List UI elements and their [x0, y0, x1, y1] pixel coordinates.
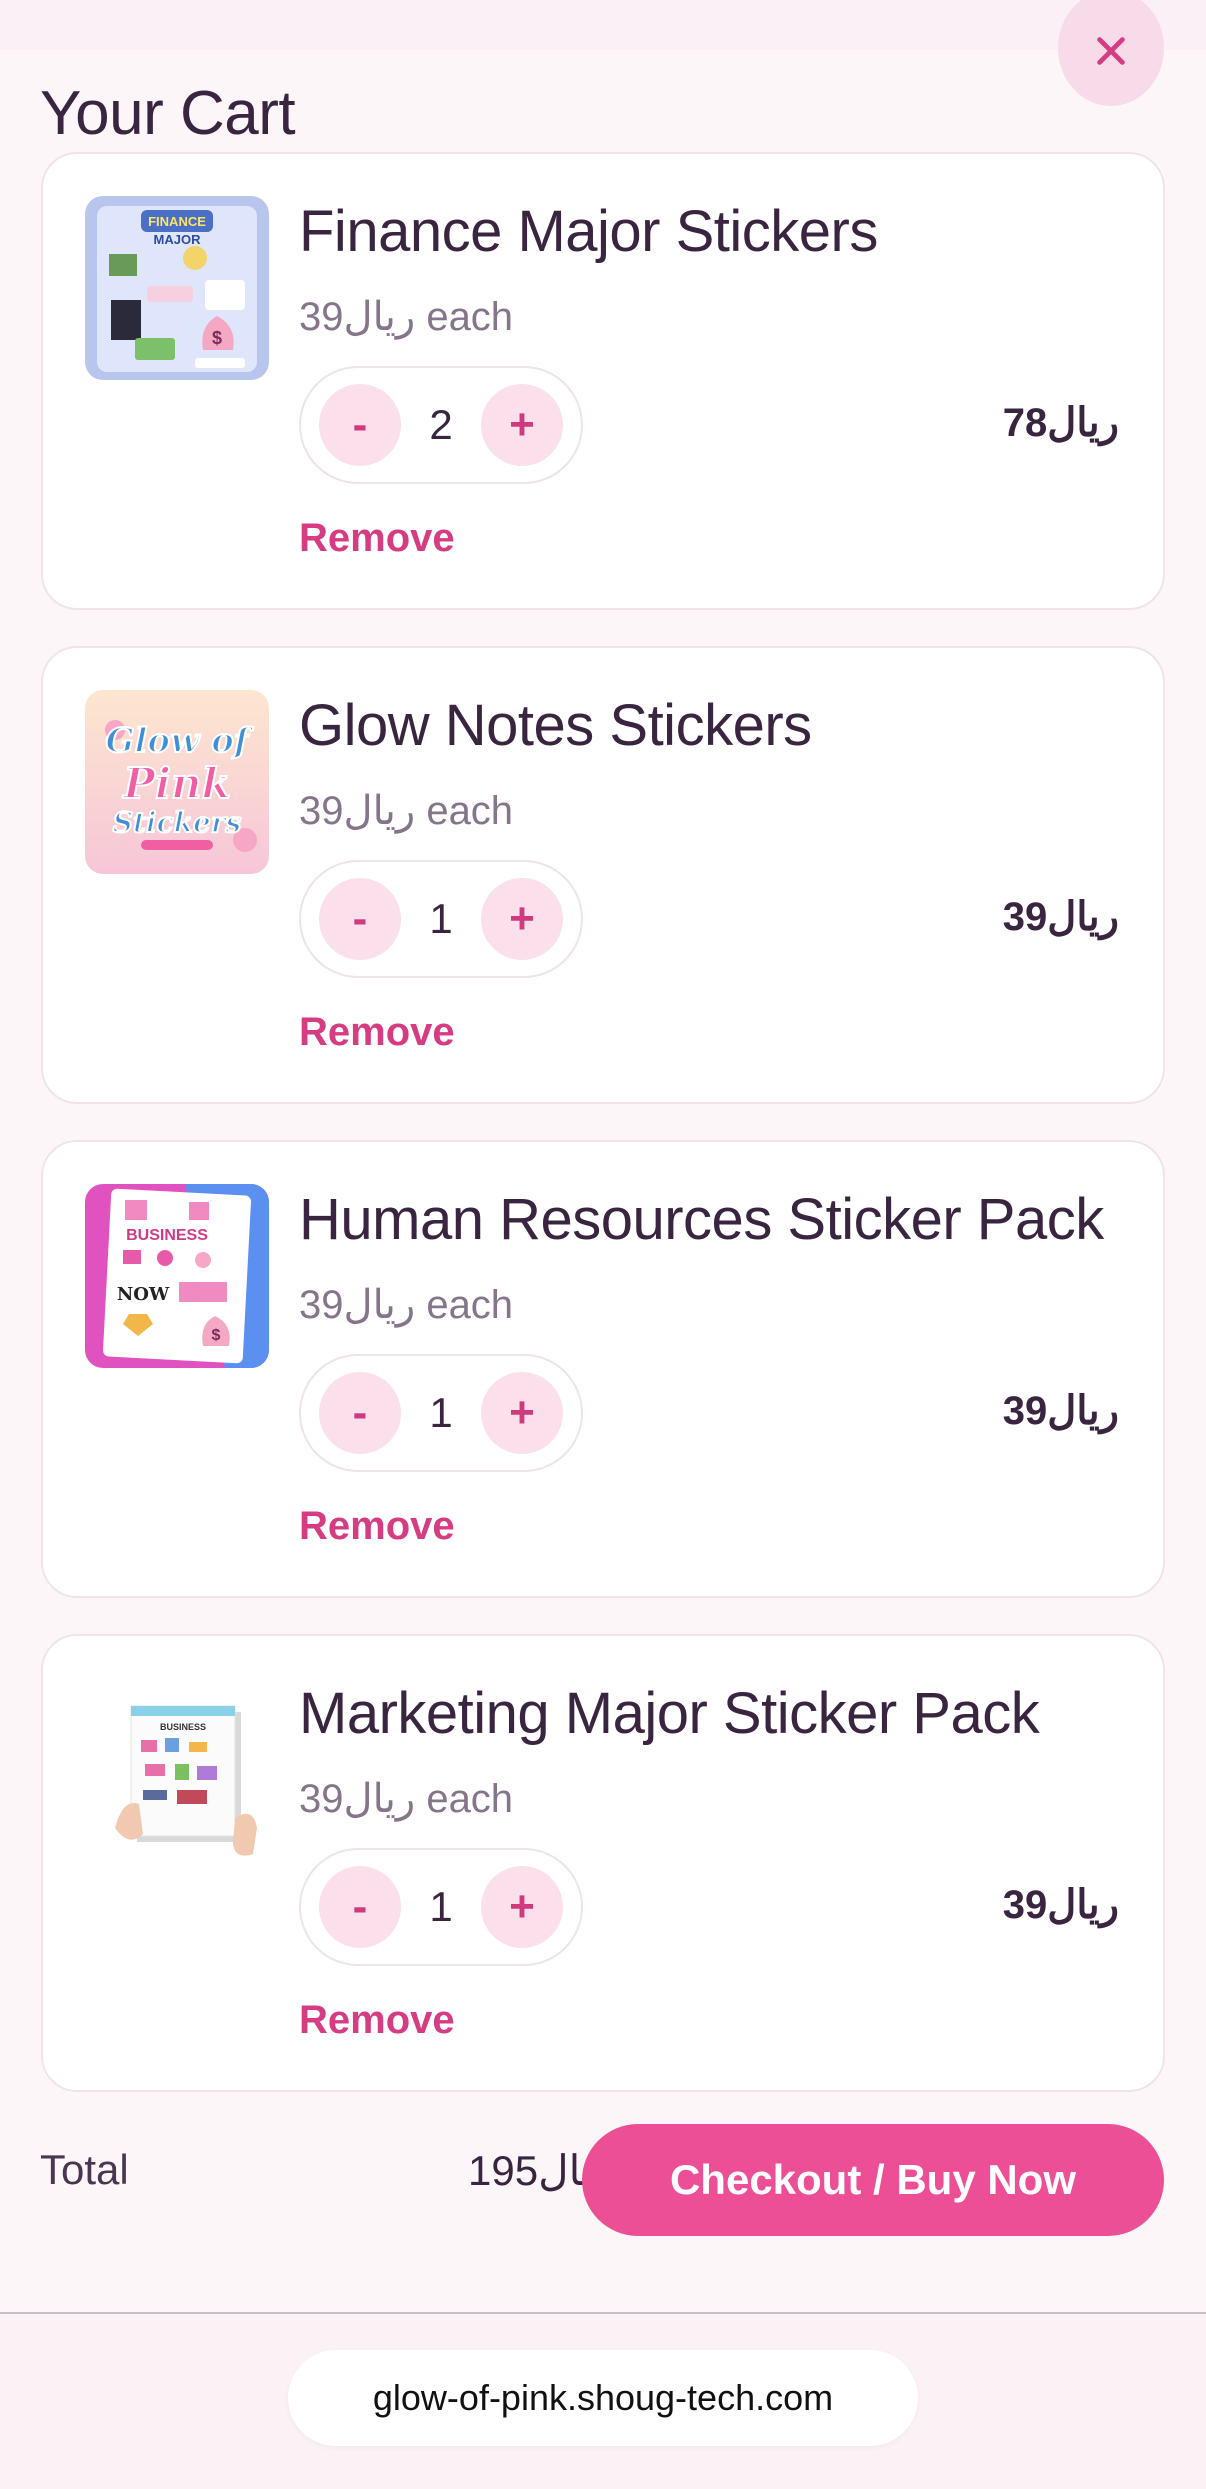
product-image: BUSINESS NOW $ [85, 1184, 269, 1368]
remove-button[interactable]: Remove [299, 1504, 455, 1549]
product-image: FINANCE MAJOR $ [85, 196, 269, 380]
svg-text:$: $ [212, 328, 222, 348]
quantity-value: 1 [429, 1389, 453, 1436]
quantity-stepper: - 1 + [299, 1354, 583, 1472]
remove-button[interactable]: Remove [299, 1010, 455, 1055]
page-title: Your Cart [40, 79, 296, 148]
svg-text:NOW: NOW [117, 1284, 170, 1305]
cart-item: Glow of Pink Stickers Glow Notes Sticker… [41, 646, 1165, 1104]
close-icon [1097, 37, 1125, 65]
svg-text:BUSINESS: BUSINESS [126, 1227, 208, 1244]
total-label: Total [40, 2146, 129, 2193]
address-bar[interactable]: glow-of-pink.shoug-tech.com [288, 2350, 918, 2446]
item-unit-price: 39ريال each [299, 295, 514, 339]
increment-button[interactable]: + [481, 384, 563, 466]
quantity-stepper: - 1 + [299, 1848, 583, 1966]
svg-text:BUSINESS: BUSINESS [160, 1722, 206, 1732]
close-button[interactable] [1058, 0, 1164, 106]
svg-text:MAJOR: MAJOR [154, 232, 202, 247]
cart-item: FINANCE MAJOR $ Finance Major Stickers 3… [41, 152, 1165, 610]
checkout-button[interactable]: Checkout / Buy Now [582, 2124, 1164, 2236]
item-name: Human Resources Sticker Pack [299, 1187, 1104, 1252]
item-name: Glow Notes Stickers [299, 693, 812, 758]
product-image: BUSINESS [85, 1678, 269, 1862]
item-name: Finance Major Stickers [299, 199, 878, 264]
decrement-button[interactable]: - [319, 1866, 401, 1948]
remove-button[interactable]: Remove [299, 516, 455, 561]
quantity-stepper: - 2 + [299, 366, 583, 484]
quantity-value: 2 [429, 401, 453, 448]
item-line-total: 78ريال [1002, 401, 1119, 445]
quantity-value: 1 [429, 1883, 453, 1930]
svg-text:Glow of: Glow of [105, 721, 253, 761]
quantity-stepper: - 1 + [299, 860, 583, 978]
cart-item: BUSINESS Marketing Major Sticker Pack 39… [41, 1634, 1165, 2092]
decrement-button[interactable]: - [319, 878, 401, 960]
product-image: Glow of Pink Stickers [85, 690, 269, 874]
increment-button[interactable]: + [481, 878, 563, 960]
quantity-value: 1 [429, 895, 453, 942]
svg-text:$: $ [212, 1327, 221, 1344]
item-unit-price: 39ريال each [299, 789, 514, 833]
item-unit-price: 39ريال each [299, 1777, 514, 1821]
item-unit-price: 39ريال each [299, 1283, 514, 1327]
svg-text:Pink: Pink [122, 759, 230, 808]
increment-button[interactable]: + [481, 1372, 563, 1454]
svg-text:Stickers: Stickers [113, 806, 242, 839]
cart-item: BUSINESS NOW $ Human Resources Sticker P… [41, 1140, 1165, 1598]
svg-text:FINANCE: FINANCE [148, 214, 206, 229]
remove-button[interactable]: Remove [299, 1998, 455, 2043]
increment-button[interactable]: + [481, 1866, 563, 1948]
item-line-total: 39ريال [1002, 1389, 1119, 1433]
decrement-button[interactable]: - [319, 384, 401, 466]
top-strip [0, 0, 1206, 50]
item-line-total: 39ريال [1002, 895, 1119, 939]
item-name: Marketing Major Sticker Pack [299, 1681, 1040, 1746]
item-line-total: 39ريال [1002, 1883, 1119, 1927]
decrement-button[interactable]: - [319, 1372, 401, 1454]
